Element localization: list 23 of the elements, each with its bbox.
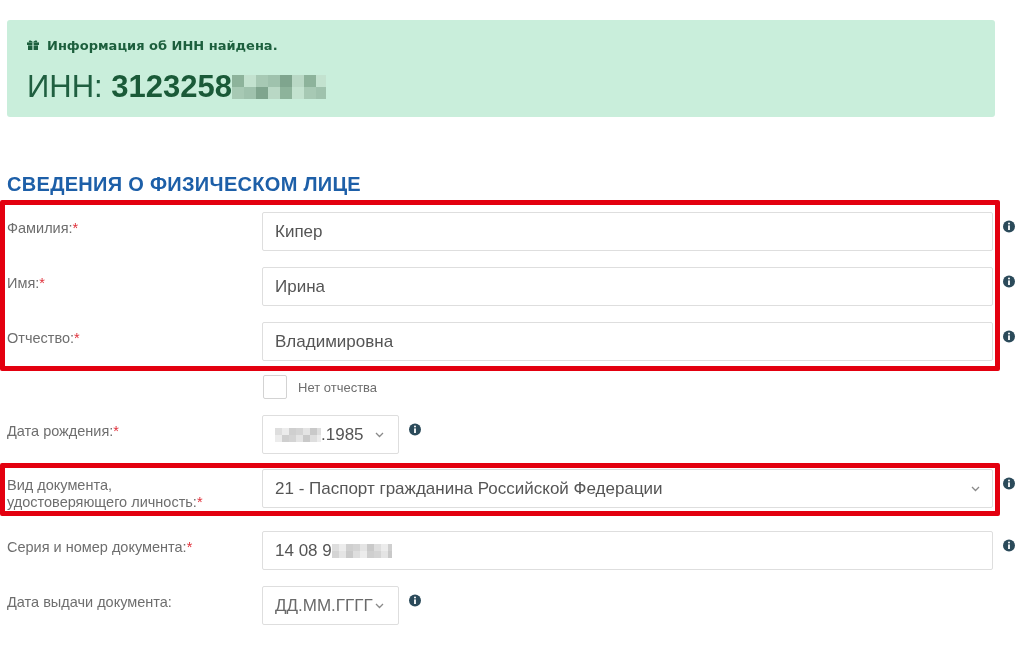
dropdown-field[interactable]: 21 - Паспорт гражданина Российской Федерации (262, 469, 993, 508)
field-label: Фамилия:* (7, 220, 79, 237)
gift-icon (27, 40, 39, 50)
field-label: Серия и номер документа:* (7, 539, 193, 556)
inn-value: ИНН: 3123258 (27, 69, 232, 105)
field-label: Отчество:* (7, 330, 80, 347)
text-field[interactable]: Владимировна (262, 322, 993, 361)
date-field[interactable]: ДД.ММ.ГГГГ (262, 586, 399, 625)
section-heading: СВЕДЕНИЯ О ФИЗИЧЕСКОМ ЛИЦЕ (7, 172, 361, 196)
checkbox-label[interactable]: Нет отчества (298, 379, 378, 395)
alert-message: Информация об ИНН найдена. (47, 37, 278, 53)
chevron-down-icon (375, 602, 384, 609)
text-field[interactable]: Кипер (262, 212, 993, 251)
text-field[interactable]: Ирина (262, 267, 993, 306)
chevron-down-icon (971, 485, 980, 492)
field-label: Вид документа, удостоверяющего личность:* (7, 477, 204, 511)
chevron-down-icon (375, 431, 384, 438)
field-label: Дата рождения:* (7, 423, 119, 440)
field-label: Дата выдачи документа: (7, 594, 172, 611)
checkbox[interactable] (263, 375, 287, 399)
text-field[interactable]: 14 08 9 (262, 531, 993, 570)
field-label: Имя:* (7, 275, 45, 292)
date-field[interactable]: .1985 (262, 415, 399, 454)
